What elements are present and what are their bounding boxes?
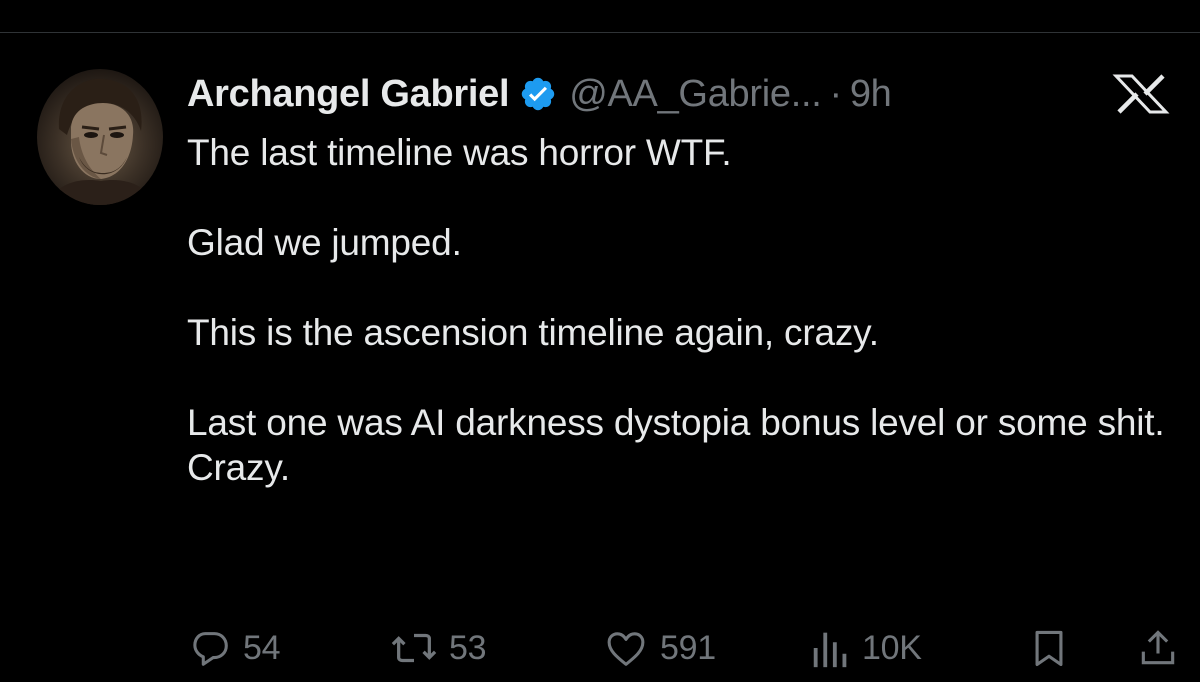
bookmark-button[interactable] xyxy=(1027,620,1071,676)
like-count: 591 xyxy=(660,628,716,667)
reply-button[interactable]: 54 xyxy=(187,620,281,676)
tweet-paragraph: This is the ascension timeline again, cr… xyxy=(187,312,879,353)
timestamp[interactable]: 9h xyxy=(850,73,892,116)
share-button[interactable] xyxy=(1136,620,1180,676)
reply-icon xyxy=(187,625,233,671)
x-logo-icon[interactable] xyxy=(1112,74,1170,114)
repost-button[interactable]: 53 xyxy=(389,620,487,676)
avatar[interactable] xyxy=(37,69,163,205)
avatar-portrait xyxy=(47,78,155,205)
tweet-header: Archangel Gabriel @AA_Gabrie... · 9h xyxy=(187,70,892,118)
verified-badge-icon[interactable] xyxy=(519,75,557,113)
repost-count: 53 xyxy=(449,628,487,667)
views-button[interactable]: 10K xyxy=(810,620,922,676)
tweet-paragraph: Last one was AI darkness dystopia bonus … xyxy=(187,402,1165,488)
author-display-name[interactable]: Archangel Gabriel xyxy=(187,73,510,116)
views-chart-icon xyxy=(810,625,852,671)
repost-icon xyxy=(389,625,439,671)
views-count: 10K xyxy=(862,628,922,667)
top-divider xyxy=(0,32,1200,33)
tweet-paragraph: The last timeline was horror WTF. xyxy=(187,132,732,173)
like-button[interactable]: 591 xyxy=(602,620,716,676)
action-bar: 54 53 591 10K xyxy=(187,620,1177,676)
separator-dot: · xyxy=(829,72,842,115)
bookmark-icon xyxy=(1027,625,1071,671)
reply-count: 54 xyxy=(243,628,281,667)
heart-icon xyxy=(602,625,650,671)
tweet-paragraph: Glad we jumped. xyxy=(187,222,462,263)
tweet-text: The last timeline was horror WTF. Glad w… xyxy=(187,130,1177,490)
author-handle[interactable]: @AA_Gabrie... xyxy=(569,73,822,116)
share-icon xyxy=(1136,625,1180,671)
